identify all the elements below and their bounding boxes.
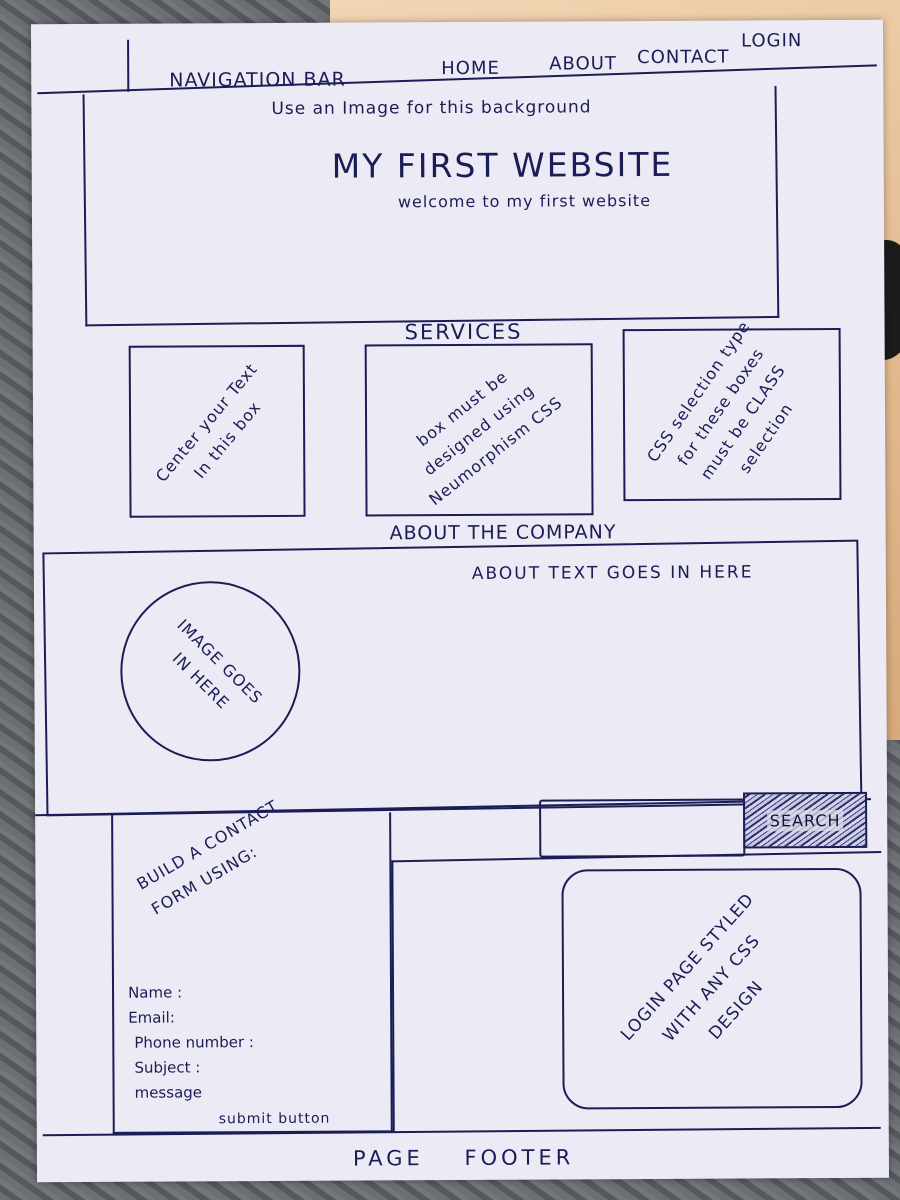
hero-title: MY FIRST WEBSITE (331, 144, 674, 186)
contact-field-phone[interactable]: Phone number : (134, 1033, 254, 1052)
nav-link-login[interactable]: LOGIN (741, 30, 802, 51)
login-box[interactable]: LOGIN PAGE STYLED WITH ANY CSS DESIGN (561, 867, 863, 1110)
about-image-placeholder: IMAGE GOES IN HERE (119, 580, 301, 762)
search-button-label: SEARCH (766, 809, 844, 831)
service-box-3-text: CSS selection type for these boxes must … (642, 317, 797, 484)
search-button[interactable]: SEARCH (743, 791, 868, 849)
services-heading: SERVICES (404, 319, 523, 345)
contact-submit-button[interactable]: submit button (219, 1111, 331, 1128)
about-heading: ABOUT THE COMPANY (389, 521, 617, 545)
service-box-1: Center your Text In this box (128, 344, 306, 518)
contact-field-email[interactable]: Email: (128, 1008, 175, 1026)
nav-bar-title: NAVIGATION BAR (169, 68, 346, 92)
nav-link-contact[interactable]: CONTACT (637, 47, 729, 68)
hero-subtitle: welcome to my first website (397, 190, 652, 212)
service-box-1-text: Center your Text In this box (151, 359, 265, 486)
about-image-label: IMAGE GOES IN HERE (168, 615, 267, 714)
sketch-paper: NAVIGATION BAR HOME ABOUT CONTACT LOGIN … (30, 19, 890, 1183)
nav-link-home[interactable]: HOME (441, 58, 500, 79)
page-footer: PAGE FOOTER (352, 1145, 575, 1171)
hero-note: Use an Image for this background (271, 97, 592, 119)
service-box-3: CSS selection type for these boxes must … (622, 317, 842, 502)
about-text: ABOUT TEXT GOES IN HERE (471, 562, 754, 584)
contact-field-subject[interactable]: Subject : (134, 1058, 200, 1076)
contact-field-name[interactable]: Name : (128, 983, 182, 1001)
service-box-2-text: box must be designed using Neumorphism C… (412, 366, 567, 510)
search-input[interactable] (539, 798, 746, 858)
login-box-text: LOGIN PAGE STYLED WITH ANY CSS DESIGN (617, 889, 768, 1047)
nav-bar-divider (127, 39, 130, 92)
nav-link-about[interactable]: ABOUT (549, 53, 617, 74)
service-box-2: box must be designed using Neumorphism C… (364, 343, 594, 517)
contact-field-message[interactable]: message (135, 1083, 203, 1101)
